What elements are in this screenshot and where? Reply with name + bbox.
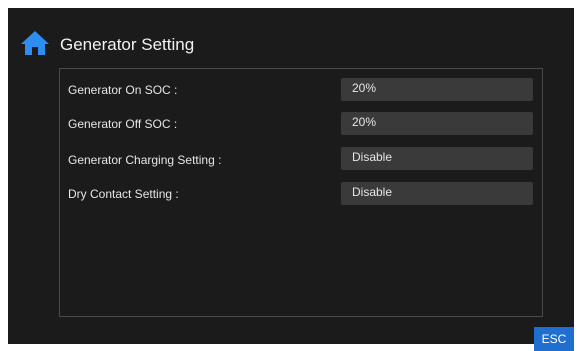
generator-charging-setting-field[interactable]: Disable [341,147,533,170]
dry-contact-setting-label: Dry Contact Setting : [68,187,179,201]
esc-button[interactable]: ESC [534,327,574,351]
home-icon[interactable] [20,30,50,56]
generator-charging-setting-label: Generator Charging Setting : [68,153,222,167]
generator-setting-screen: Generator Setting Generator On SOC : 20%… [8,8,574,344]
generator-on-soc-field[interactable]: 20% [341,78,533,101]
dry-contact-setting-field[interactable]: Disable [341,182,533,205]
generator-off-soc-field[interactable]: 20% [341,112,533,135]
generator-on-soc-label: Generator On SOC : [68,83,178,97]
generator-off-soc-label: Generator Off SOC : [68,117,178,131]
page-title: Generator Setting [60,35,195,54]
